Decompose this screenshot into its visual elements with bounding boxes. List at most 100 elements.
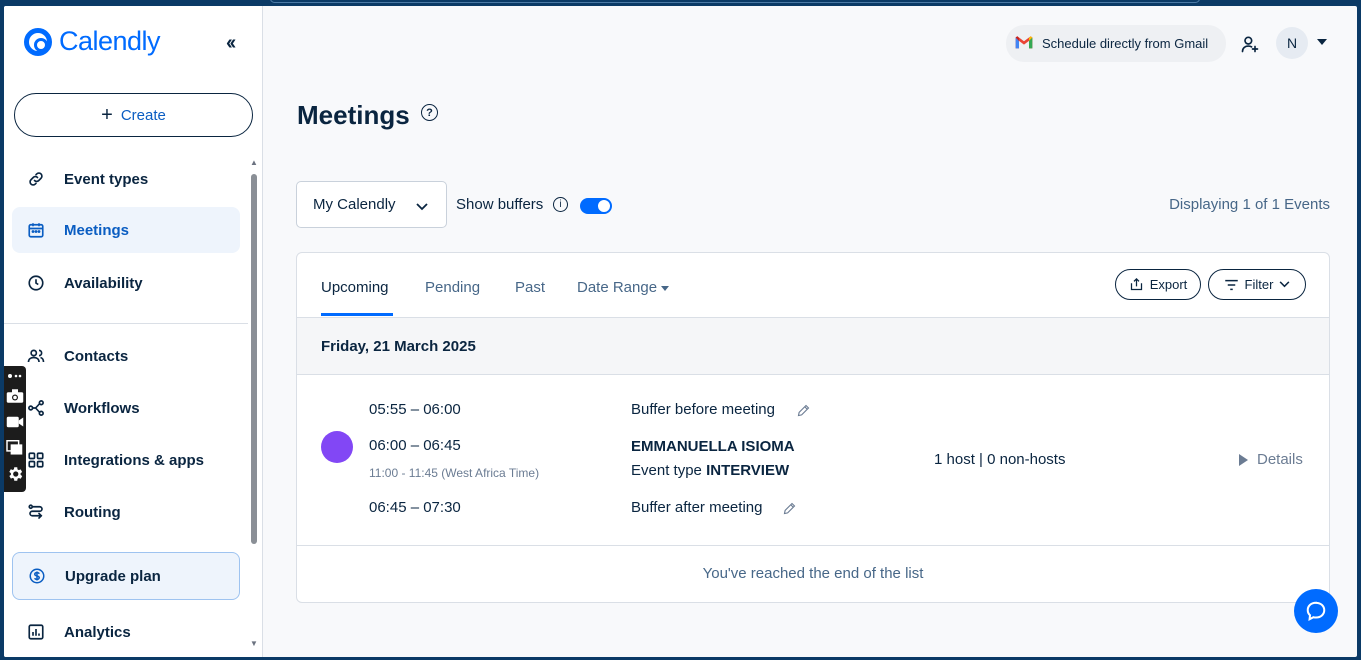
routing-icon: [26, 502, 46, 522]
calendly-logo-icon: [24, 27, 52, 56]
people-icon: [26, 346, 46, 366]
chevron-down-icon[interactable]: [1317, 39, 1327, 45]
sidebar-item-label: Event types: [64, 170, 149, 188]
sidebar-item-upgrade-plan[interactable]: Upgrade plan: [12, 552, 240, 600]
sidebar-item-integrations[interactable]: Integrations & apps: [12, 437, 240, 483]
schedule-from-gmail-button[interactable]: Schedule directly from Gmail: [1006, 25, 1226, 62]
sidebar-item-label: Upgrade plan: [65, 567, 161, 585]
analytics-icon: [26, 622, 46, 642]
sidebar-item-contacts[interactable]: Contacts: [12, 333, 240, 379]
sidebar-item-meetings[interactable]: Meetings: [12, 207, 240, 253]
sidebar-item-label: Analytics: [64, 623, 131, 641]
sidebar-divider: [4, 323, 248, 324]
more-options-icon[interactable]: [5, 369, 25, 383]
play-triangle-icon: [1239, 453, 1248, 466]
tabs-bar: Upcoming Pending Past Date Range Export …: [297, 253, 1329, 318]
calendar-select-value: My Calendly: [313, 196, 396, 213]
active-tab-indicator: [321, 313, 393, 316]
tab-upcoming[interactable]: Upcoming: [321, 279, 389, 296]
chat-bubble-icon: [1306, 601, 1326, 622]
sidebar-item-routing[interactable]: Routing: [12, 489, 240, 535]
end-of-list-text: You've reached the end of the list: [702, 565, 924, 582]
info-icon[interactable]: i: [553, 197, 568, 212]
camera-icon[interactable]: [5, 383, 25, 409]
clock-icon: [26, 273, 46, 293]
floating-toolbar: [4, 366, 26, 492]
filter-label: Filter: [1244, 277, 1274, 292]
help-icon[interactable]: ?: [421, 104, 438, 121]
chevron-down-icon: [416, 198, 428, 215]
sidebar-item-label: Routing: [64, 503, 121, 521]
double-chevron-left-icon[interactable]: ‹‹: [226, 32, 236, 55]
workflow-icon: [26, 398, 46, 418]
link-icon: [26, 169, 46, 189]
logo-text: Calendly: [59, 26, 161, 56]
tab-past[interactable]: Past: [515, 279, 545, 296]
tab-date-range-label: Date Range: [577, 279, 658, 296]
screens-icon[interactable]: [5, 435, 25, 461]
details-button[interactable]: Details: [1239, 451, 1303, 468]
buffer-before-time: 05:55 – 06:00: [369, 401, 461, 418]
filter-icon: [1224, 279, 1238, 290]
sidebar-item-analytics[interactable]: Analytics: [12, 609, 240, 655]
scroll-down-arrow[interactable]: ▼: [250, 639, 258, 648]
buffer-after-label: Buffer after meeting: [631, 499, 763, 516]
host-count: 1 host | 0 non-hosts: [934, 451, 1066, 468]
sidebar-item-event-types[interactable]: Event types: [12, 156, 240, 202]
sidebar-item-availability[interactable]: Availability: [12, 260, 240, 306]
filter-button[interactable]: Filter: [1208, 269, 1306, 300]
settings-gear-icon[interactable]: [5, 461, 25, 487]
create-button[interactable]: + Create: [14, 93, 253, 137]
show-buffers-label: Show buffers: [456, 196, 544, 213]
event-type: Event type INTERVIEW: [631, 462, 789, 479]
sidebar-item-label: Availability: [64, 274, 143, 292]
avatar[interactable]: N: [1276, 27, 1308, 59]
event-type-name: INTERVIEW: [706, 462, 790, 479]
scroll-up-arrow[interactable]: ▲: [250, 158, 258, 167]
sidebar-scrollbar[interactable]: [251, 174, 257, 544]
tab-date-range[interactable]: Date Range: [577, 279, 670, 296]
events-count: Displaying 1 of 1 Events: [1169, 196, 1330, 213]
create-label: Create: [120, 106, 166, 124]
event-time: 06:00 – 06:45: [369, 437, 461, 454]
event-color-dot: [321, 431, 353, 463]
caret-down-icon: [661, 285, 670, 291]
sidebar-item-label: Workflows: [64, 399, 140, 417]
grid-icon: [26, 450, 46, 470]
meetings-card: Upcoming Pending Past Date Range Export …: [296, 252, 1330, 603]
app-frame: Calendly ‹‹ + Create Event types Meeting…: [4, 6, 1357, 657]
buffer-after-time: 06:45 – 07:30: [369, 499, 461, 516]
event-local-time: 11:00 - 11:45 (West Africa Time): [369, 466, 540, 480]
calendly-logo[interactable]: Calendly: [24, 26, 161, 57]
event-type-prefix: Event type: [631, 462, 702, 479]
invitee-name: EMMANUELLA ISIOMA: [631, 438, 795, 455]
list-end-divider: [297, 545, 1329, 546]
edit-buffer-before-icon[interactable]: [796, 403, 811, 423]
details-label: Details: [1257, 451, 1303, 468]
plus-icon: +: [101, 103, 113, 126]
date-heading: Friday, 21 March 2025: [321, 338, 476, 355]
buffer-before-label: Buffer before meeting: [631, 401, 775, 418]
gmail-label: Schedule directly from Gmail: [1042, 36, 1209, 51]
edit-buffer-after-icon[interactable]: [782, 501, 797, 521]
sidebar-item-label: Integrations & apps: [64, 451, 205, 469]
page-title: Meetings: [297, 100, 410, 130]
calendar-icon: [26, 220, 46, 240]
export-label: Export: [1149, 277, 1188, 292]
sidebar: Calendly ‹‹ + Create Event types Meeting…: [4, 6, 263, 657]
date-group-header: Friday, 21 March 2025: [297, 318, 1329, 375]
add-user-icon[interactable]: [1240, 34, 1260, 59]
sidebar-item-label: Contacts: [64, 347, 129, 365]
chevron-down-icon: [1280, 281, 1290, 288]
gmail-icon: [1014, 35, 1034, 53]
export-icon: [1130, 277, 1142, 291]
address-bar: [270, 0, 1200, 3]
chat-button[interactable]: [1294, 589, 1338, 633]
show-buffers-toggle[interactable]: [580, 198, 612, 214]
export-button[interactable]: Export: [1115, 269, 1201, 300]
video-icon[interactable]: [5, 409, 25, 435]
tab-pending[interactable]: Pending: [425, 279, 480, 296]
sidebar-item-workflows[interactable]: Workflows: [12, 385, 240, 431]
calendar-select[interactable]: My Calendly: [296, 181, 447, 228]
sidebar-item-label: Meetings: [64, 221, 130, 239]
